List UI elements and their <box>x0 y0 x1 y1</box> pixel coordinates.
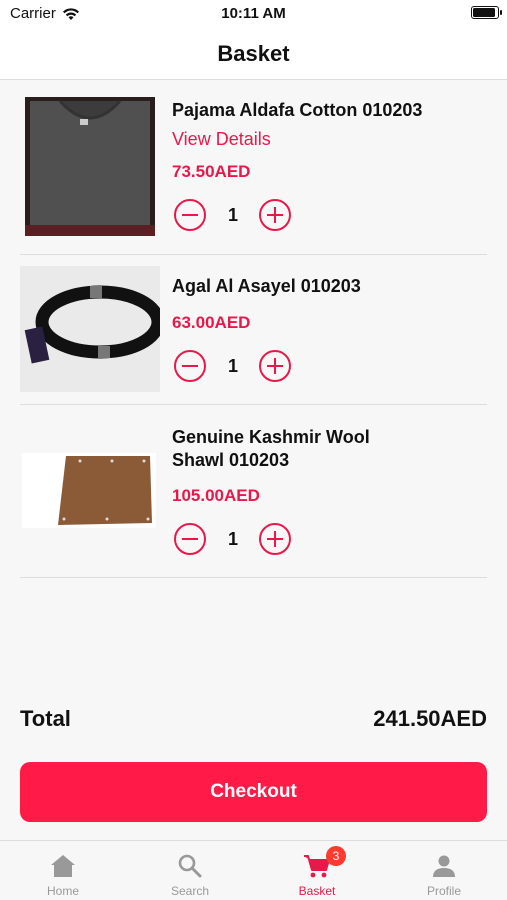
item-price: 63.00AED <box>172 313 251 332</box>
quantity-value: 1 <box>227 205 238 225</box>
divider <box>20 254 487 255</box>
divider <box>20 577 487 578</box>
plus-icon <box>273 531 277 547</box>
decrease-quantity-button[interactable] <box>174 350 206 382</box>
plus-icon <box>273 207 277 223</box>
quantity-value: 1 <box>227 356 238 376</box>
divider <box>20 404 487 405</box>
item-name-line2: Shawl 010203 <box>172 450 290 470</box>
status-time: 10:11 AM <box>221 5 286 22</box>
item-price: 73.50AED <box>172 162 251 181</box>
battery-icon <box>471 6 502 19</box>
person-icon <box>433 855 455 877</box>
decrease-quantity-button[interactable] <box>174 523 206 555</box>
total-value: 241.50AED <box>373 706 487 731</box>
tab-basket-label: Basket <box>298 884 336 898</box>
tab-bar: Home Search 3 Basket Profile <box>0 840 507 900</box>
product-image-shawl[interactable] <box>22 453 156 528</box>
product-image-agal[interactable] <box>20 266 160 392</box>
cart-badge: 3 <box>326 846 346 866</box>
tab-search[interactable]: Search <box>127 841 253 900</box>
search-icon <box>178 854 202 878</box>
item-name: Agal Al Asayel 010203 <box>172 276 361 296</box>
item-name: Pajama Aldafa Cotton 010203 <box>172 100 423 120</box>
tab-profile[interactable]: Profile <box>381 841 507 900</box>
product-image-pajama[interactable] <box>25 97 155 236</box>
increase-quantity-button[interactable] <box>259 350 291 382</box>
total-label: Total <box>20 706 71 731</box>
decrease-quantity-button[interactable] <box>174 199 206 231</box>
home-icon <box>51 855 75 877</box>
item-name-line1: Genuine Kashmir Wool <box>172 427 370 447</box>
minus-icon <box>182 213 198 217</box>
minus-icon <box>182 537 198 541</box>
page-title: Basket <box>217 40 290 66</box>
item-price: 105.00AED <box>172 486 260 505</box>
plus-icon <box>273 358 277 374</box>
tab-home[interactable]: Home <box>0 841 126 900</box>
increase-quantity-button[interactable] <box>259 199 291 231</box>
nav-header: Basket <box>0 28 507 80</box>
quantity-value: 1 <box>227 529 238 549</box>
status-bar: Carrier 10:11 AM <box>0 0 507 28</box>
view-details-link[interactable]: View Details <box>172 129 271 150</box>
tab-profile-label: Profile <box>426 884 461 898</box>
increase-quantity-button[interactable] <box>259 523 291 555</box>
tab-basket[interactable]: 3 Basket <box>254 841 380 900</box>
minus-icon <box>182 364 198 368</box>
checkout-button[interactable]: Checkout <box>20 762 487 822</box>
tab-search-label: Search <box>170 884 210 898</box>
tab-home-label: Home <box>46 884 79 898</box>
